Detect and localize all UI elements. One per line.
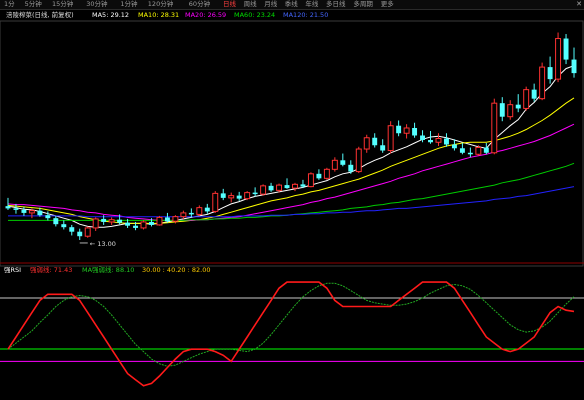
candle-body-down [117, 219, 123, 223]
candle-body-down [101, 218, 107, 222]
candle-body-down [45, 215, 51, 219]
levels-label: 30.00 : 40.20 : 82.00 [142, 266, 211, 274]
candle-body-up [292, 183, 298, 189]
candle-body-down [5, 206, 11, 209]
candle-body-up [228, 195, 235, 199]
candle-body-down [133, 225, 139, 228]
candle-body-down [348, 164, 354, 172]
candle-body-down [372, 137, 378, 146]
candle-body-down [563, 38, 569, 60]
candle-body-down [268, 185, 274, 191]
indicator-legend: 强RSI 强弱线: 71.43 MA强弱线: 88.10 30.00 : 40.… [0, 265, 584, 275]
rsi-ma-line [7, 282, 575, 367]
rsi-value-label: 强弱线: 71.43 [30, 266, 73, 274]
candle-body-up [355, 148, 362, 173]
candle-body-down [499, 103, 505, 117]
candle-body-up [403, 127, 410, 134]
candle-body-down [571, 59, 577, 74]
ma-line-ma20 [7, 123, 575, 221]
candle-body-up [140, 221, 147, 229]
candle-body-down [420, 135, 426, 141]
candle-body-up [276, 184, 283, 191]
candle-body-up [244, 192, 251, 200]
candle-body-down [380, 145, 386, 151]
candle-body-down [483, 147, 489, 153]
candle-body-up [260, 185, 267, 195]
candle-body-up [180, 212, 187, 218]
candle-body-down [220, 193, 226, 198]
ma-line-ma10 [7, 97, 575, 224]
candle-body-up [307, 173, 314, 188]
candle-body-down [515, 104, 521, 109]
candle-body-up [172, 216, 179, 222]
rsi-ma-value-label: MA强弱线: 88.10 [82, 266, 135, 274]
candle-body-up [212, 192, 219, 212]
candle-body-up [435, 138, 442, 143]
candle-body-down [77, 231, 83, 237]
candle-body-down [412, 127, 418, 136]
candle-body-up [555, 38, 562, 80]
candle-body-up [84, 227, 91, 237]
candle-body-down [61, 224, 67, 228]
candle-body-up [156, 216, 163, 226]
candle-body-down [300, 184, 306, 187]
candle-body-up [523, 89, 530, 109]
candle-body-up [108, 219, 115, 223]
candle-body-down [204, 207, 210, 212]
candle-body-down [236, 195, 242, 199]
candle-body-up [28, 210, 35, 214]
candle-body-up [507, 104, 514, 118]
candle-body-up [196, 207, 203, 215]
indicator-name: 强RSI [4, 266, 22, 274]
candle-body-up [491, 102, 498, 154]
candle-body-down [69, 227, 75, 232]
candle-body-up [92, 218, 99, 229]
candle-body-down [53, 218, 59, 225]
candle-body-down [149, 221, 154, 225]
candle-body-down [21, 209, 27, 213]
candle-body-down [13, 208, 19, 210]
candle-body-down [396, 125, 402, 134]
candle-body-down [188, 212, 194, 215]
ma-line-ma5 [7, 65, 575, 228]
chart-canvas: ← 13.00 [0, 20, 584, 387]
low-price-label: ← 13.00 [90, 240, 116, 248]
candle-body-up [387, 125, 394, 152]
candle-body-down [37, 210, 43, 216]
ma-line-ma60 [8, 162, 575, 221]
candle-body-up [363, 137, 370, 150]
candle-body-down [451, 144, 457, 149]
candle-body-down [547, 67, 553, 80]
candle-body-down [459, 148, 465, 153]
candle-body-down [531, 89, 537, 99]
candle-body-up [323, 168, 330, 179]
candle-body-down [443, 138, 449, 145]
candle-body-down [467, 152, 473, 155]
candle-body-down [252, 192, 258, 195]
candle-body-down [125, 222, 131, 226]
candle-body-down [164, 217, 170, 222]
candle-body-down [340, 160, 346, 165]
candle-body-down [428, 140, 433, 143]
candle-body-up [331, 159, 338, 170]
candle-body-down [316, 173, 322, 179]
candle-body-down [284, 185, 290, 189]
candle-body-up [475, 147, 482, 155]
candle-body-up [539, 66, 546, 100]
